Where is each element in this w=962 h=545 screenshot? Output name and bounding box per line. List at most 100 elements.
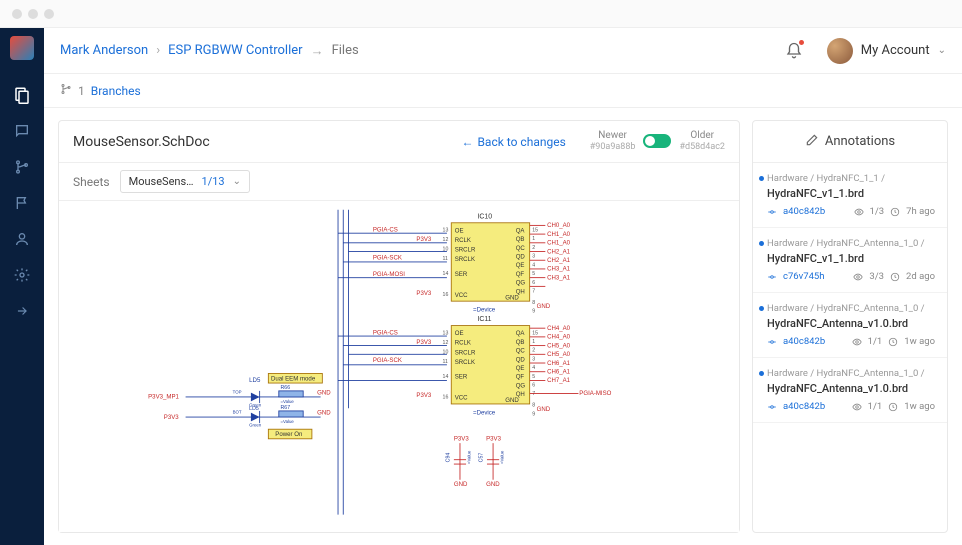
svg-text:15: 15 xyxy=(532,330,538,336)
net-ch2b: CH2_A1 xyxy=(547,257,571,264)
svg-text:QB: QB xyxy=(516,339,525,346)
svg-text:15: 15 xyxy=(532,227,538,233)
dual-eem-note: Dual EEM mode xyxy=(271,375,316,382)
annotations-list: Hardware / HydraNFC_1_1 /HydraNFC_v1_1.b… xyxy=(753,163,947,532)
eye-icon xyxy=(852,402,862,412)
traffic-light-close[interactable] xyxy=(12,9,22,19)
svg-text:QF: QF xyxy=(516,374,525,381)
annotation-item[interactable]: Hardware / HydraNFC_Antenna_1_0 /HydraNF… xyxy=(753,293,947,358)
annotation-item[interactable]: Hardware / HydraNFC_1_1 /HydraNFC_v1_1.b… xyxy=(753,163,947,228)
net-gnd-1: GND xyxy=(537,303,551,310)
net-ch5b: CH5_A0 xyxy=(547,351,571,358)
nav-branch-icon[interactable] xyxy=(13,158,31,176)
older-hash: #d58d4ac2 xyxy=(679,142,725,153)
net-pgia-sck: PGIA-SCK xyxy=(373,254,402,261)
annotation-time: 7h ago xyxy=(906,206,935,217)
svg-text:QE: QE xyxy=(516,262,525,269)
breadcrumb-section: Files xyxy=(332,43,359,58)
annotation-item[interactable]: Hardware / HydraNFC_Antenna_1_0 /HydraNF… xyxy=(753,358,947,423)
net-p3v3-e: P3V3 xyxy=(164,414,179,421)
svg-text:13: 13 xyxy=(443,227,449,233)
net-ch6: CH6_A1 xyxy=(547,360,571,367)
svg-text:2: 2 xyxy=(532,245,535,251)
net-p3v3-b: P3V3 xyxy=(416,290,431,297)
nav-collapse-icon[interactable] xyxy=(13,302,31,320)
branches-link[interactable]: Branches xyxy=(91,84,141,98)
diff-toggle[interactable] xyxy=(643,134,671,148)
annotation-commit[interactable]: a40c842b xyxy=(783,336,825,347)
branch-count: 1 xyxy=(78,84,85,98)
r67-label: R67 xyxy=(281,405,291,411)
svg-text:SRCLR: SRCLR xyxy=(455,349,476,356)
svg-text:10: 10 xyxy=(443,247,449,253)
chevron-down-icon: ⌄ xyxy=(938,45,946,56)
svg-text:OE: OE xyxy=(455,330,464,337)
net-ch5: CH5_A0 xyxy=(547,342,571,349)
commit-icon xyxy=(767,272,777,282)
svg-text:QG: QG xyxy=(516,382,526,389)
clock-icon xyxy=(890,272,900,282)
account-menu[interactable]: My Account ⌄ xyxy=(827,38,946,64)
svg-text:VCC: VCC xyxy=(455,292,468,299)
annotation-path: Hardware / HydraNFC_Antenna_1_0 / xyxy=(767,368,935,379)
annotation-count: 1/3 xyxy=(870,206,885,217)
svg-text:8: 8 xyxy=(532,403,535,409)
svg-text:5: 5 xyxy=(532,374,535,380)
svg-text:TOP: TOP xyxy=(233,390,242,395)
branch-icon xyxy=(60,83,72,98)
svg-text:QB: QB xyxy=(516,236,525,243)
breadcrumb-sep: › xyxy=(156,43,160,58)
breadcrumb-user[interactable]: Mark Anderson xyxy=(60,43,148,58)
svg-text:Green: Green xyxy=(249,403,262,408)
nav-files-icon[interactable] xyxy=(13,86,31,104)
diff-toggle-group: Newer #90a9a88b Older #d58d4ac2 xyxy=(590,130,725,153)
svg-text:QE: QE xyxy=(516,365,525,372)
annotations-title: Annotations xyxy=(825,134,895,149)
document-title: MouseSensor.SchDoc xyxy=(73,134,210,150)
commit-icon xyxy=(767,402,777,412)
svg-text:10: 10 xyxy=(443,349,449,355)
nav-settings-icon[interactable] xyxy=(13,266,31,284)
sheet-selector[interactable]: MouseSens… 1/13 ⌄ xyxy=(120,170,250,193)
traffic-light-min[interactable] xyxy=(28,9,38,19)
account-label: My Account xyxy=(861,43,930,58)
newer-hash: #90a9a88b xyxy=(590,142,636,153)
net-p3v3-cap1: P3V3 xyxy=(454,436,469,443)
breadcrumb-project[interactable]: ESP RGBWW Controller xyxy=(168,43,302,58)
ic11: IC11 OERCLKSRCLRSRCLKSERVCC QAQBQCQDQEQF… xyxy=(443,316,539,417)
back-to-changes-link[interactable]: ← Back to changes xyxy=(461,135,565,149)
notifications-icon[interactable] xyxy=(785,42,803,60)
svg-text:3: 3 xyxy=(532,254,535,260)
net-ch0: CH0_A0 xyxy=(547,222,571,229)
annotation-commit[interactable]: a40c842b xyxy=(783,206,825,217)
clock-icon xyxy=(888,402,898,412)
nav-user-icon[interactable] xyxy=(13,230,31,248)
svg-text:GND: GND xyxy=(505,397,519,404)
topbar: Mark Anderson › ESP RGBWW Controller → F… xyxy=(44,28,962,74)
svg-text:RCLK: RCLK xyxy=(455,237,471,244)
bullet-icon xyxy=(759,306,764,311)
svg-text:SER: SER xyxy=(455,374,468,381)
app-logo[interactable] xyxy=(10,36,34,60)
annotation-item[interactable]: Hardware / HydraNFC_Antenna_1_0 /HydraNF… xyxy=(753,228,947,293)
svg-text:7: 7 xyxy=(532,288,535,294)
eye-icon xyxy=(853,272,863,282)
traffic-light-max[interactable] xyxy=(44,9,54,19)
schematic-viewer[interactable]: PGIA-CS P3V3 PGIA-SCK PGIA-MOSI P3V3 GND… xyxy=(59,201,739,532)
newer-label: Newer xyxy=(590,130,636,142)
net-ch4: CH4_A0 xyxy=(547,325,571,332)
annotation-count: 1/1 xyxy=(868,336,883,347)
power-on-note: Power On xyxy=(275,431,302,438)
annotation-commit[interactable]: c76v745h xyxy=(783,271,825,282)
bullet-icon xyxy=(759,176,764,181)
clock-icon xyxy=(888,337,898,347)
annotation-commit[interactable]: a40c842b xyxy=(783,401,825,412)
svg-text:QC: QC xyxy=(516,348,526,355)
net-ch6b: CH6_A1 xyxy=(547,368,571,375)
svg-text:14: 14 xyxy=(443,374,449,380)
net-pgia-cs: PGIA-CS xyxy=(373,226,398,233)
annotation-file: HydraNFC_v1_1.brd xyxy=(767,252,935,265)
nav-flag-icon[interactable] xyxy=(13,194,31,212)
chevron-down-icon: ⌄ xyxy=(233,176,241,187)
nav-chat-icon[interactable] xyxy=(13,122,31,140)
